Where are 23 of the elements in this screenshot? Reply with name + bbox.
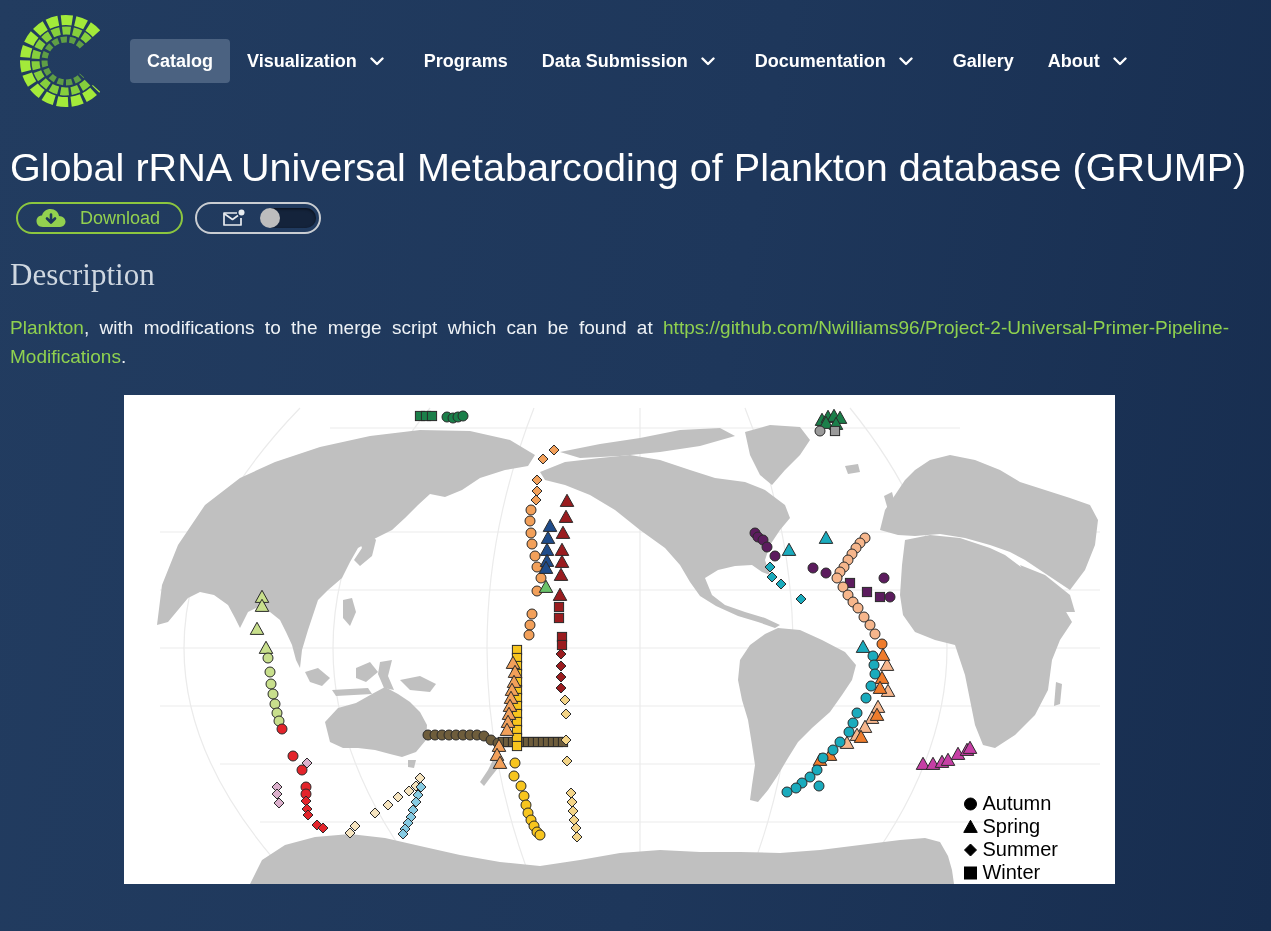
square-icon [963, 865, 979, 880]
legend-label: Summer [982, 838, 1058, 861]
toggle-switch[interactable] [262, 208, 316, 228]
legend-label: Spring [982, 815, 1041, 838]
nav-item[interactable]: Visualization [230, 39, 407, 83]
legend-label: Winter [982, 861, 1041, 884]
download-button[interactable]: Download [16, 202, 183, 234]
nav-item[interactable]: Programs [406, 39, 525, 83]
link[interactable]: https://github.com/Nwilliams96/Project-2-Universal-Primer-Pipeline- [663, 317, 1229, 338]
legend-label: Autumn [982, 792, 1052, 815]
section-heading: Description [10, 257, 156, 293]
nav-item[interactable]: Catalog [130, 39, 230, 83]
envelope-dot-icon [222, 209, 245, 227]
page-title: Global rRNA Universal Metabarcoding of Plankton database (GRUMP) [10, 144, 1247, 190]
description-text: Plankton, with modifications to the merge script which can be found at https://github.com/Nwilliams96/Project-2-Universal-Primer-Pipeline- Modifications. [10, 316, 1229, 369]
nav-item[interactable]: Gallery [935, 39, 1031, 83]
nav-item[interactable]: Data Submission [524, 39, 738, 83]
nav-item[interactable]: About [1030, 39, 1150, 83]
nav-item[interactable]: Documentation [737, 39, 936, 83]
cloud-download-icon [36, 208, 66, 228]
diamond-icon [963, 842, 979, 857]
link[interactable]: Modifications [10, 346, 121, 367]
link[interactable]: Plankton [10, 317, 84, 338]
